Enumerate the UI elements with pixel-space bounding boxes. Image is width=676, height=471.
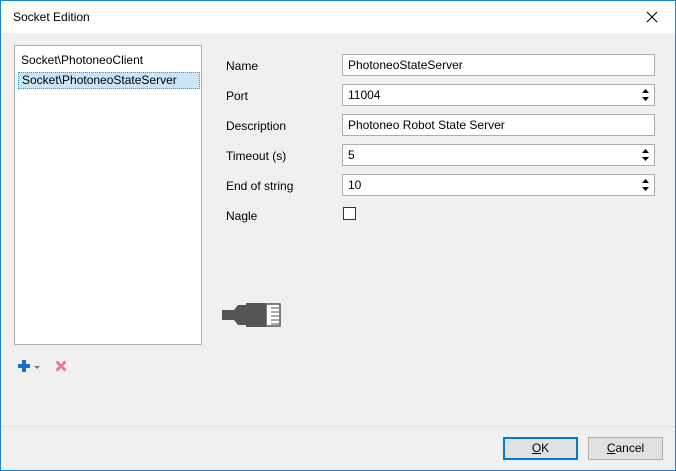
description-label: Description	[226, 119, 287, 133]
dialog-content: Socket\PhotoneoClient Socket\PhotoneoSta…	[1, 33, 675, 426]
end-of-string-spinner[interactable]: 10	[342, 174, 655, 196]
port-spinner[interactable]: 11004	[342, 84, 655, 106]
name-input[interactable]: PhotoneoStateServer	[342, 54, 655, 76]
title-bar: Socket Edition	[1, 1, 675, 33]
spin-arrows-icon[interactable]	[641, 147, 650, 163]
list-item-label: Socket\PhotoneoStateServer	[22, 73, 177, 87]
window-title: Socket Edition	[13, 10, 90, 24]
ok-mnemonic: O	[531, 441, 542, 455]
timeout-value: 5	[348, 148, 355, 162]
close-icon	[646, 11, 658, 23]
timeout-spinner[interactable]: 5	[342, 144, 655, 166]
port-value: 11004	[348, 88, 381, 102]
ok-label: K	[541, 441, 550, 455]
timeout-label: Timeout (s)	[226, 149, 287, 163]
spin-arrows-icon[interactable]	[641, 87, 650, 103]
end-of-string-label: End of string	[226, 179, 294, 193]
delete-x-icon	[55, 360, 67, 372]
end-of-string-value: 10	[348, 178, 362, 192]
cancel-label: ancel	[615, 441, 645, 455]
cancel-button[interactable]: Cancel	[588, 437, 663, 460]
name-label: Name	[226, 59, 259, 73]
socket-edition-dialog: Socket Edition Socket\PhotoneoClient Soc…	[0, 0, 676, 471]
socket-list[interactable]: Socket\PhotoneoClient Socket\PhotoneoSta…	[14, 45, 202, 345]
port-label: Port	[226, 89, 249, 103]
description-input[interactable]: Photoneo Robot State Server	[342, 114, 655, 136]
description-value: Photoneo Robot State Server	[348, 118, 505, 132]
plus-icon	[18, 360, 30, 372]
name-value: PhotoneoStateServer	[348, 58, 463, 72]
delete-socket-button[interactable]	[55, 360, 67, 372]
list-item-label: Socket\PhotoneoClient	[21, 53, 144, 67]
list-item-photoneo-client[interactable]: Socket\PhotoneoClient	[18, 52, 200, 69]
caret-down-icon	[34, 366, 40, 369]
close-button[interactable]	[629, 1, 675, 33]
nagle-checkbox[interactable]	[343, 207, 356, 220]
spin-arrows-icon[interactable]	[641, 177, 650, 193]
list-item-photoneo-state-server[interactable]: Socket\PhotoneoStateServer	[18, 72, 200, 89]
add-socket-button[interactable]	[18, 360, 41, 372]
ok-button[interactable]: OK	[503, 437, 578, 460]
nagle-label: Nagle	[226, 209, 258, 223]
dialog-footer: OK Cancel	[1, 426, 675, 470]
ethernet-plug-icon	[222, 303, 281, 327]
